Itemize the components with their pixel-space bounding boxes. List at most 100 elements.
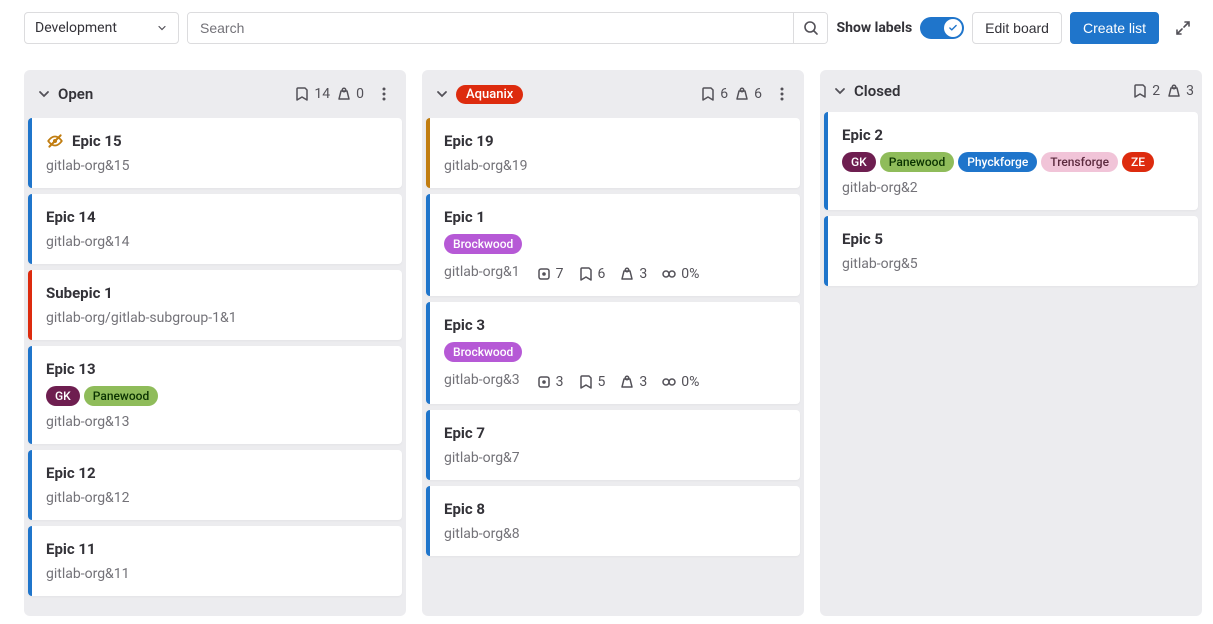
card-title: Epic 15 — [72, 132, 122, 150]
card-stats: 353 0% — [536, 374, 700, 390]
card-title: Epic 1 — [444, 208, 485, 226]
card-ref: gitlab-org&1 — [444, 264, 520, 280]
stat-epics: 6 — [578, 266, 606, 282]
board-column: Open 14 0 Epic 15 gitlab-org&15 Epic 14 gitlab… — [24, 70, 406, 616]
board-select[interactable]: Development — [24, 12, 179, 44]
label[interactable]: Panewood — [84, 386, 158, 406]
chevron-down-icon[interactable] — [36, 86, 52, 102]
label[interactable]: Phyckforge — [958, 152, 1037, 172]
label[interactable]: Brockwood — [444, 234, 522, 254]
card-title: Epic 12 — [46, 464, 96, 482]
card-title: Epic 13 — [46, 360, 96, 378]
card-ref: gitlab-org&15 — [46, 158, 388, 174]
show-labels-toggle[interactable] — [920, 17, 964, 39]
weight-count: 3 — [1166, 83, 1194, 99]
card-ref: gitlab-org&7 — [444, 450, 786, 466]
column-title: Open — [58, 85, 93, 103]
epic-card[interactable]: Epic 11 gitlab-org&11 — [28, 526, 402, 596]
edit-board-button[interactable]: Edit board — [972, 12, 1062, 44]
labels: GKPanewood — [46, 386, 388, 406]
card-title: Epic 11 — [46, 540, 96, 558]
stat-issues: 3 — [536, 374, 564, 390]
board-select-label: Development — [35, 20, 117, 36]
search — [187, 12, 828, 44]
epic-card[interactable]: Epic 12 gitlab-org&12 — [28, 450, 402, 520]
card-ref: gitlab-org&13 — [46, 414, 388, 430]
epic-card[interactable]: Epic 5 gitlab-org&5 — [824, 216, 1198, 286]
more-icon[interactable] — [768, 82, 796, 106]
confidential-icon — [46, 132, 64, 150]
column-header: Open 14 0 — [24, 70, 406, 118]
epic-card[interactable]: Epic 3 Brockwood gitlab-org&3 353 0% — [426, 302, 800, 404]
cards-list[interactable]: Epic 2 GKPanewoodPhyckforgeTrensforgeZE gi… — [820, 112, 1202, 616]
stat-progress: 0% — [661, 266, 699, 282]
card-ref: gitlab-org/gitlab-subgroup-1&1 — [46, 310, 388, 326]
cards-list[interactable]: Epic 19 gitlab-org&19 Epic 1 Brockwood gitla… — [422, 118, 804, 616]
epic-card[interactable]: Subepic 1 gitlab-org/gitlab-subgroup-1&1 — [28, 270, 402, 340]
check-icon — [948, 23, 958, 33]
column-header: Closed 23 — [820, 70, 1202, 112]
epic-card[interactable]: Epic 14 gitlab-org&14 — [28, 194, 402, 264]
epic-card[interactable]: Epic 15 gitlab-org&15 — [28, 118, 402, 188]
weight-count: 0 — [336, 86, 364, 102]
label[interactable]: Brockwood — [444, 342, 522, 362]
card-ref: gitlab-org&3 — [444, 372, 520, 388]
chevron-down-icon[interactable] — [832, 83, 848, 99]
column-title-badge: Aquanix — [456, 85, 523, 104]
label[interactable]: Trensforge — [1041, 152, 1118, 172]
label[interactable]: ZE — [1122, 152, 1154, 172]
show-labels-text: Show labels — [836, 20, 912, 36]
epic-count: 14 — [294, 86, 330, 102]
search-button[interactable] — [793, 13, 827, 43]
epic-card[interactable]: Epic 13 GKPanewood gitlab-org&13 — [28, 346, 402, 444]
chevron-down-icon — [156, 22, 168, 34]
card-title: Epic 19 — [444, 132, 494, 150]
card-ref: gitlab-org&11 — [46, 566, 388, 582]
card-ref: gitlab-org&5 — [842, 256, 1184, 272]
search-icon — [803, 20, 819, 36]
epic-count: 6 — [700, 86, 728, 102]
stat-weight: 3 — [619, 266, 647, 282]
epic-card[interactable]: Epic 2 GKPanewoodPhyckforgeTrensforgeZE gi… — [824, 112, 1198, 210]
epic-card[interactable]: Epic 7 gitlab-org&7 — [426, 410, 800, 480]
column-header: Aquanix 66 — [422, 70, 804, 118]
card-ref: gitlab-org&12 — [46, 490, 388, 506]
label[interactable]: GK — [842, 152, 876, 172]
epic-count: 2 — [1132, 83, 1160, 99]
card-title: Epic 2 — [842, 126, 883, 144]
labels: Brockwood — [444, 342, 786, 362]
create-list-button[interactable]: Create list — [1070, 12, 1159, 44]
labels: Brockwood — [444, 234, 786, 254]
board-column: Aquanix66Epic 19gitlab-org&19Epic 1Brock… — [422, 70, 804, 616]
card-title: Epic 14 — [46, 208, 96, 226]
stat-weight: 3 — [619, 374, 647, 390]
weight-count: 6 — [734, 86, 762, 102]
labels: GKPanewoodPhyckforgeTrensforgeZE — [842, 152, 1184, 172]
card-title: Epic 5 — [842, 230, 883, 248]
card-ref: gitlab-org&2 — [842, 180, 1184, 196]
card-ref: gitlab-org&14 — [46, 234, 388, 250]
epic-card[interactable]: Epic 8 gitlab-org&8 — [426, 486, 800, 556]
label[interactable]: GK — [46, 386, 80, 406]
board-column: Closed 23 Epic 2 GKPanewoodPhyckforgeTrensf… — [820, 70, 1202, 616]
more-icon[interactable] — [370, 82, 398, 106]
chevron-down-icon[interactable] — [434, 86, 450, 102]
card-title: Subepic 1 — [46, 284, 113, 302]
stat-epics: 5 — [578, 374, 606, 390]
epic-card[interactable]: Epic 19 gitlab-org&19 — [426, 118, 800, 188]
card-title: Epic 3 — [444, 316, 485, 334]
card-ref: gitlab-org&8 — [444, 526, 786, 542]
board-area: Open140Epic 15gitlab-org&15Epic 14gitlab… — [0, 56, 1213, 616]
card-title: Epic 7 — [444, 424, 485, 442]
stat-issues: 7 — [536, 266, 564, 282]
card-stats: 763 0% — [536, 266, 700, 282]
expand-icon[interactable] — [1171, 16, 1195, 40]
cards-list[interactable]: Epic 15 gitlab-org&15 Epic 14 gitlab-org&14… — [24, 118, 406, 616]
stat-progress: 0% — [661, 374, 699, 390]
epic-card[interactable]: Epic 1 Brockwood gitlab-org&1 763 0% — [426, 194, 800, 296]
card-ref: gitlab-org&19 — [444, 158, 786, 174]
card-title: Epic 8 — [444, 500, 485, 518]
column-title: Closed — [854, 82, 900, 100]
search-input[interactable] — [188, 13, 793, 43]
label[interactable]: Panewood — [880, 152, 954, 172]
